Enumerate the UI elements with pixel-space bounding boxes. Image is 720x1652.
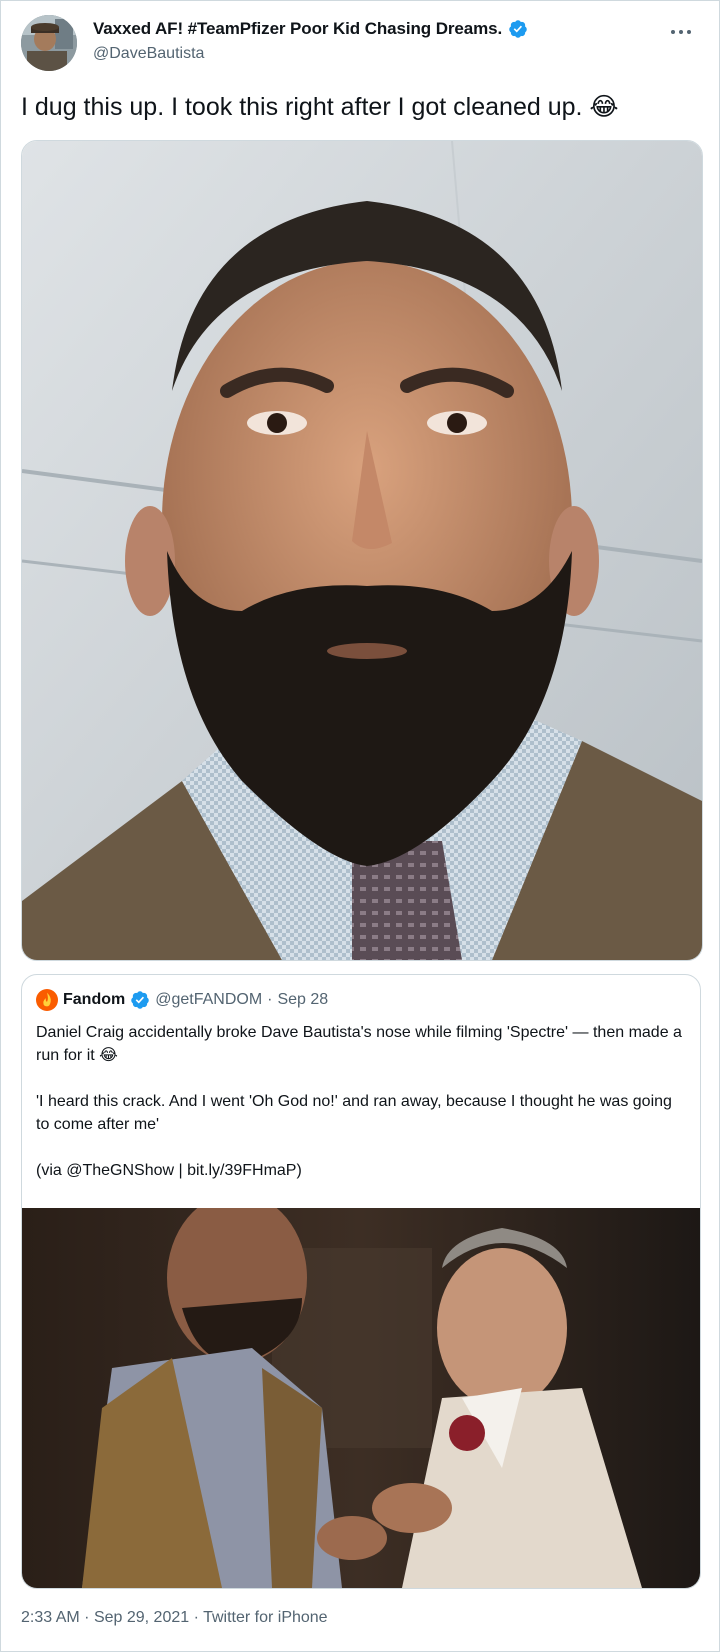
movie-still-photo <box>22 1208 700 1588</box>
selfie-photo <box>22 141 702 960</box>
tweet-text: I dug this up. I took this right after I… <box>21 93 619 121</box>
quoted-author-name[interactable]: Fandom <box>63 991 125 1009</box>
more-options-icon[interactable] <box>665 19 697 43</box>
quoted-tweet[interactable]: Fandom @getFANDOM · Sep 28 Daniel Craig … <box>21 974 701 1589</box>
quoted-author-handle[interactable]: @getFANDOM <box>155 991 262 1009</box>
tweet-time[interactable]: 2:33 AM <box>21 1609 80 1626</box>
tweet-source[interactable]: Twitter for iPhone <box>203 1609 328 1626</box>
author-display-name[interactable]: Vaxxed AF! #TeamPfizer Poor Kid Chasing … <box>93 19 502 39</box>
verified-badge-icon <box>509 20 527 38</box>
tweet-meta: 2:33 AM · Sep 29, 2021 · Twitter for iPh… <box>21 1609 328 1627</box>
author-name-row[interactable]: Vaxxed AF! #TeamPfizer Poor Kid Chasing … <box>93 19 528 39</box>
tweet-date[interactable]: Sep 29, 2021 <box>94 1609 189 1626</box>
quoted-tweet-media[interactable] <box>22 1208 700 1588</box>
author-avatar[interactable] <box>21 15 77 71</box>
separator-dot: · <box>267 991 273 1008</box>
quoted-tweet-date[interactable]: Sep 28 <box>277 991 328 1009</box>
author-handle[interactable]: @DaveBautista <box>93 45 204 63</box>
quoted-paragraph: Daniel Craig accidentally broke Dave Bau… <box>36 1024 682 1064</box>
avatar-image <box>21 15 77 71</box>
quoted-paragraph: 'I heard this crack. And I went 'Oh God … <box>36 1093 672 1133</box>
verified-badge-icon <box>131 991 149 1009</box>
tweet-card: Vaxxed AF! #TeamPfizer Poor Kid Chasing … <box>0 0 720 1652</box>
quoted-paragraph: (via @TheGNShow | bit.ly/39FHmaP) <box>36 1162 302 1179</box>
quoted-tweet-text: Daniel Craig accidentally broke Dave Bau… <box>36 1021 686 1205</box>
tweet-media-photo[interactable] <box>21 140 703 961</box>
quoted-tweet-header: Fandom @getFANDOM · Sep 28 <box>36 989 328 1011</box>
separator-dot: · <box>193 1609 199 1626</box>
separator-dot: · <box>84 1609 90 1626</box>
fandom-flame-icon <box>36 989 58 1011</box>
